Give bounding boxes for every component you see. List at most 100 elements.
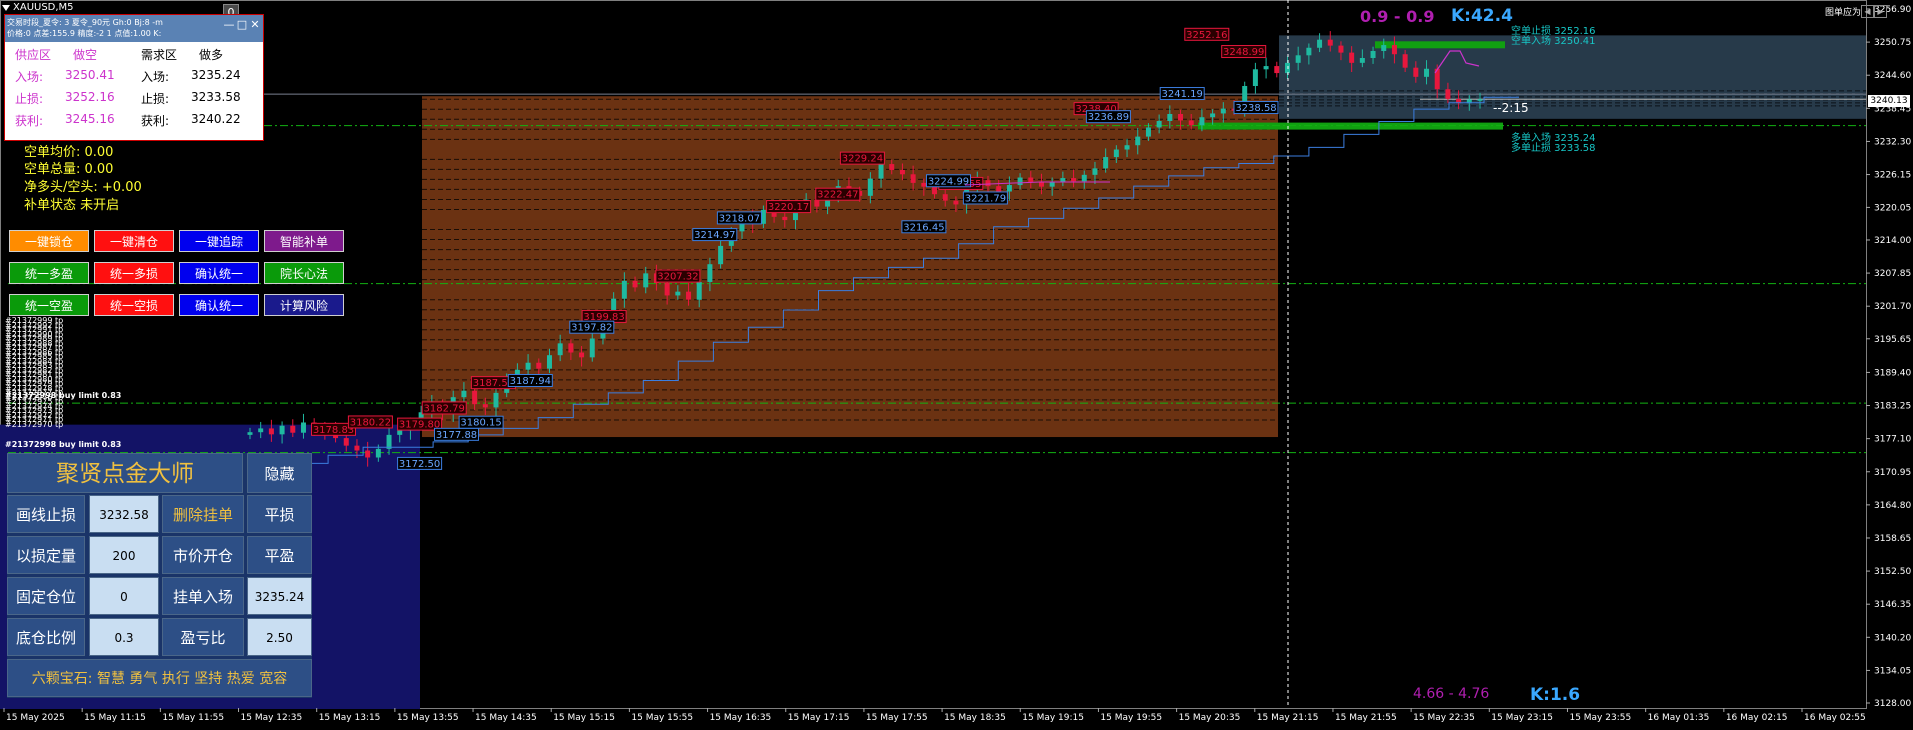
resistance-tag-text: 3252.16 bbox=[1186, 30, 1227, 41]
draw-sl-label: 画线止损 bbox=[7, 495, 85, 533]
candle-body bbox=[1338, 45, 1344, 53]
support-tag-text: 3224.99 bbox=[928, 176, 969, 187]
zone-info-window[interactable]: 交易时段_夏令: 3 夏令_90元 Gh:0 Bj:8 -m 价格:0 点差:1… bbox=[4, 14, 264, 141]
scroll-left-icon[interactable]: ◀ bbox=[1861, 5, 1874, 18]
candle-body bbox=[707, 264, 713, 282]
current-price-marker: 3240.13 bbox=[1868, 95, 1910, 107]
candle-body bbox=[1306, 47, 1312, 56]
candle-body bbox=[1049, 181, 1055, 187]
candle-body bbox=[397, 430, 403, 435]
support-tag-text: 3177.88 bbox=[436, 430, 477, 441]
candle-body bbox=[1381, 45, 1387, 51]
market-open-button[interactable]: 市价开仓 bbox=[162, 536, 244, 574]
base-ratio-input[interactable]: 0.3 bbox=[89, 618, 159, 656]
candle-body bbox=[546, 355, 552, 369]
x-tick-label: 15 May 23:55 bbox=[1569, 713, 1631, 723]
action-button-8[interactable]: 院长心法 bbox=[264, 262, 344, 284]
supply-direction: 做空 bbox=[73, 48, 98, 62]
demand-tp-label: 获利: bbox=[141, 114, 170, 128]
action-button-6[interactable]: 统一多损 bbox=[94, 262, 174, 284]
support-tag-text: 3236.89 bbox=[1088, 112, 1129, 123]
supply-zone-label: 供应区 bbox=[15, 48, 52, 62]
x-tick-label: 15 May 15:15 bbox=[553, 713, 615, 723]
k-bottom-ratio: 4.66 - 4.76 bbox=[1413, 686, 1490, 702]
supply-entry-value: 3250.41 bbox=[65, 68, 115, 82]
maximize-icon[interactable]: □ bbox=[236, 19, 248, 31]
y-tick-label: 3158.65 bbox=[1874, 534, 1911, 544]
draw-sl-input[interactable]: 3232.58 bbox=[89, 495, 159, 533]
candle-body bbox=[1284, 62, 1290, 74]
support-tag: 3221.79 bbox=[962, 191, 1008, 205]
resistance-tag: 3220.17 bbox=[766, 200, 812, 214]
bar-timer: --2:15 bbox=[1493, 101, 1529, 115]
candle-body bbox=[686, 291, 692, 300]
scroll-right-icon[interactable]: ▶ bbox=[1874, 5, 1887, 18]
close-sl-button[interactable]: 平损 bbox=[247, 495, 312, 533]
action-button-1[interactable]: 一键锁仓 bbox=[9, 230, 89, 252]
pending-entry-button[interactable]: 挂单入场 bbox=[162, 577, 244, 615]
demand-sl-value: 3233.58 bbox=[191, 90, 241, 104]
x-tick-label: 15 May 11:55 bbox=[162, 713, 224, 723]
close-tp-button[interactable]: 平盈 bbox=[247, 536, 312, 574]
zone-info-header[interactable]: 交易时段_夏令: 3 夏令_90元 Gh:0 Bj:8 -m 价格:0 点差:1… bbox=[5, 15, 263, 42]
pending-entry-input[interactable]: 3235.24 bbox=[247, 577, 312, 615]
y-tick-label: 3177.10 bbox=[1874, 435, 1911, 445]
action-button-5[interactable]: 统一多盈 bbox=[9, 262, 89, 284]
delete-order-button[interactable]: 删除挂单 bbox=[162, 495, 244, 533]
corner-info: 图单应为 bbox=[1824, 8, 1861, 18]
candle-body bbox=[921, 182, 927, 187]
candle-body bbox=[1081, 174, 1087, 182]
action-button-12[interactable]: 计算风险 bbox=[264, 294, 344, 316]
candle-body bbox=[1295, 55, 1301, 63]
action-button-11[interactable]: 确认统一 bbox=[179, 294, 259, 316]
header-line-1: 交易时段_夏令: 3 夏令_90元 Gh:0 Bj:8 -m bbox=[7, 18, 163, 27]
support-tag: 3187.94 bbox=[507, 373, 553, 387]
support-tag-text: 3221.79 bbox=[965, 193, 1006, 204]
demand-entry-value: 3235.24 bbox=[191, 68, 241, 82]
y-tick-label: 3183.25 bbox=[1874, 402, 1911, 412]
x-tick-label: 16 May 02:15 bbox=[1726, 713, 1788, 723]
hide-button[interactable]: 隐藏 bbox=[247, 453, 312, 493]
action-button-10[interactable]: 统一空损 bbox=[94, 294, 174, 316]
bar-timer-value: 2:15 bbox=[1501, 101, 1529, 115]
candle-body bbox=[1178, 113, 1184, 121]
y-tick-label: 3207.85 bbox=[1874, 269, 1911, 279]
demand-sl-tag: 多单止损 3233.58 bbox=[1511, 143, 1596, 154]
candle-body bbox=[782, 216, 788, 221]
base-ratio-label: 底仓比例 bbox=[7, 618, 85, 656]
resistance-tag: 3222.47 bbox=[815, 187, 861, 201]
rr-input[interactable]: 2.50 bbox=[247, 618, 312, 656]
y-tick-label: 3140.20 bbox=[1874, 633, 1911, 643]
y-tick-label: 3220.05 bbox=[1874, 203, 1911, 213]
y-tick-label: 3146.35 bbox=[1874, 600, 1911, 610]
close-icon[interactable]: ✕ bbox=[249, 19, 261, 31]
candle-body bbox=[589, 338, 595, 358]
buy-limit-label: #21372998 buy limit 0.83 bbox=[5, 391, 122, 400]
candle-body bbox=[867, 178, 873, 196]
support-tag: 3172.50 bbox=[397, 456, 443, 470]
x-tick-label: 15 May 17:15 bbox=[788, 713, 850, 723]
action-button-4[interactable]: 智能补单 bbox=[264, 230, 344, 252]
x-tick-label: 15 May 13:55 bbox=[397, 713, 459, 723]
minimize-icon[interactable]: — bbox=[223, 19, 235, 31]
candle-body bbox=[568, 343, 574, 353]
dropdown-icon bbox=[2, 4, 10, 11]
k-bottom-value: K:1.6 bbox=[1530, 685, 1581, 705]
action-button-3[interactable]: 一键追踪 bbox=[179, 230, 259, 252]
candle-body bbox=[664, 283, 670, 296]
support-tag-text: 3214.97 bbox=[694, 230, 735, 241]
candle-body bbox=[1252, 69, 1258, 86]
action-button-2[interactable]: 一键清仓 bbox=[94, 230, 174, 252]
support-tag: 3241.19 bbox=[1159, 87, 1205, 101]
symbol-tab[interactable]: XAUUSD,M5 bbox=[2, 2, 74, 13]
x-tick-label: 16 May 02:55 bbox=[1804, 713, 1866, 723]
fixed-lot-input[interactable]: 0 bbox=[89, 577, 159, 615]
y-tick-label: 3164.80 bbox=[1874, 501, 1911, 511]
action-button-9[interactable]: 统一空盈 bbox=[9, 294, 89, 316]
risk-input[interactable]: 200 bbox=[89, 536, 159, 574]
fixed-lot-label: 固定仓位 bbox=[7, 577, 85, 615]
candle-body bbox=[258, 428, 264, 433]
action-button-7[interactable]: 确认统一 bbox=[179, 262, 259, 284]
panel-title: 聚贤点金大师 bbox=[7, 453, 243, 493]
candle-body bbox=[1402, 54, 1408, 68]
